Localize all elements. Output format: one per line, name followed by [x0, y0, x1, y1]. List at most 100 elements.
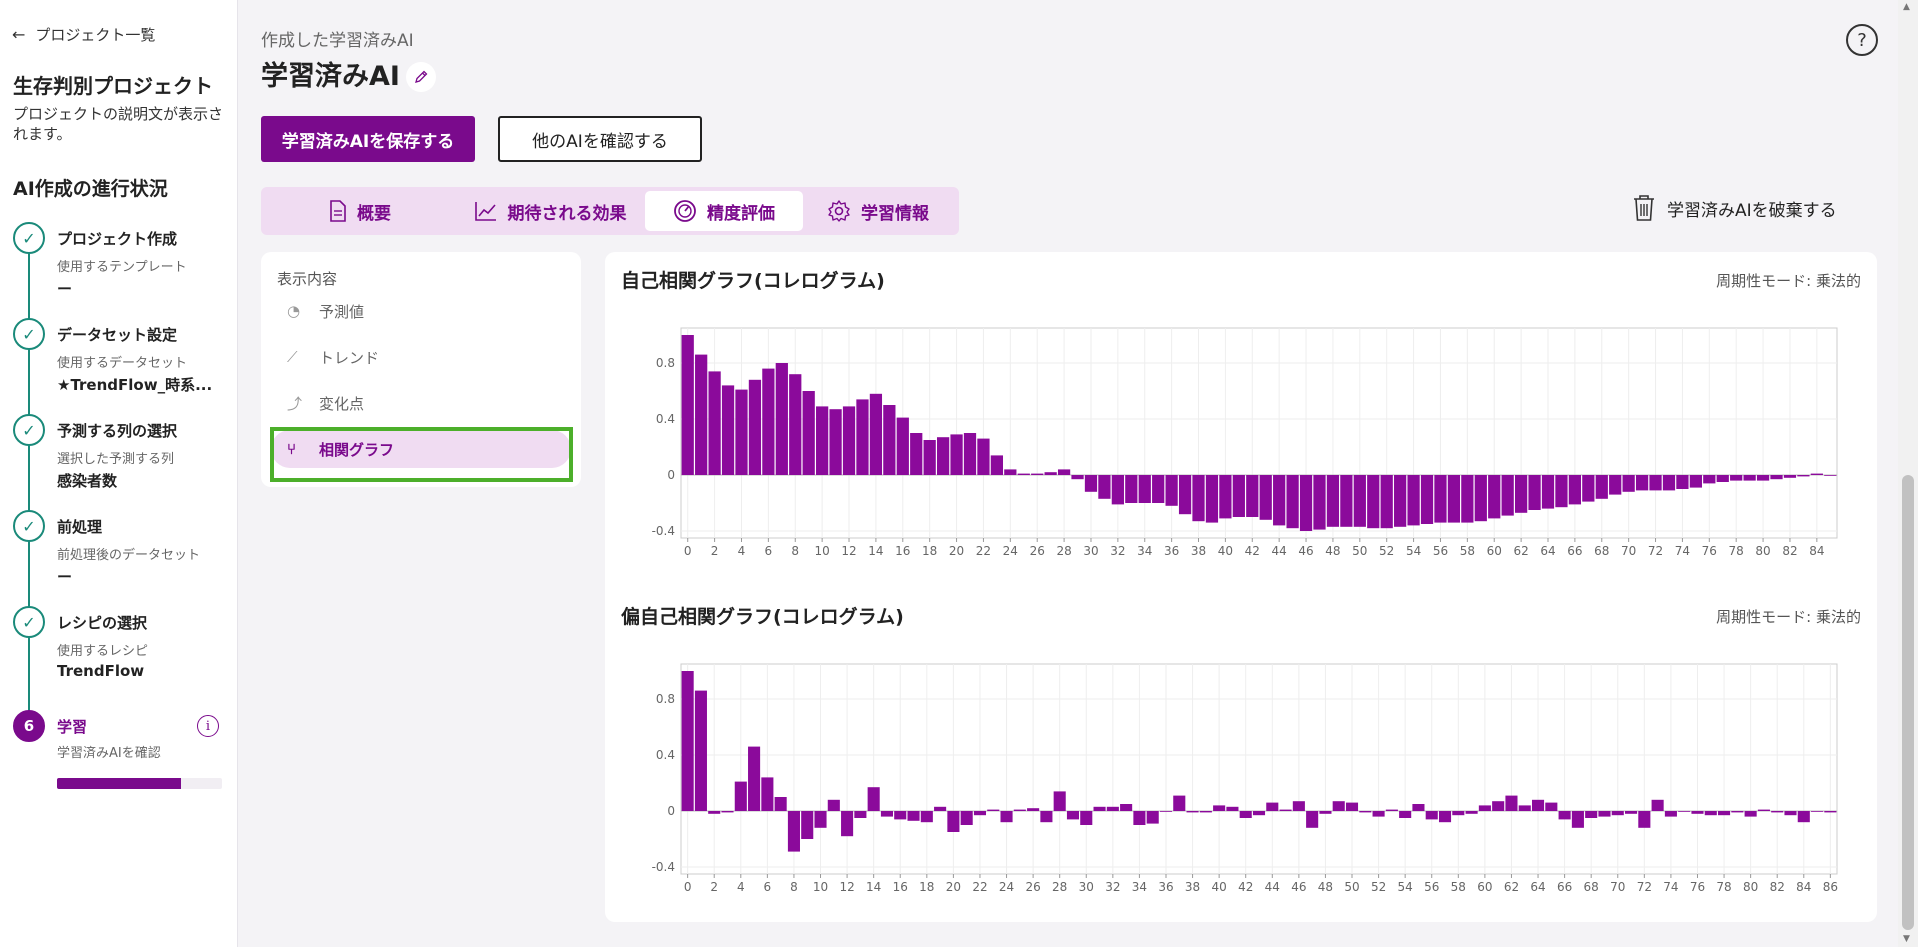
x-tick-label: 40 [1211, 880, 1226, 894]
bar-lag-38 [1186, 811, 1199, 813]
bar-lag-36 [1159, 811, 1173, 812]
x-tick-label: 50 [1352, 544, 1367, 558]
x-tick-label: 76 [1690, 880, 1705, 894]
info-icon[interactable]: i [197, 715, 219, 737]
menu-item-correlation[interactable]: ⑂ 相関グラフ [271, 430, 571, 468]
bar-lag-14 [869, 393, 883, 475]
bar-lag-11 [827, 799, 840, 811]
bar-lag-40 [1219, 475, 1232, 519]
bar-lag-49 [1332, 801, 1345, 811]
tab-expected-effect[interactable]: 期待される効果 [455, 191, 645, 231]
bar-lag-11 [829, 409, 842, 475]
sidebar: ← プロジェクト一覧 生存判別プロジェクト プロジェクトの説明文が表示されます。… [0, 0, 238, 947]
bar-lag-73 [1651, 799, 1664, 811]
acf-mode-label: 周期性モード: 乗法的 [1716, 272, 1861, 290]
step-value: ★TrendFlow_時系... [57, 376, 213, 394]
menu-item-trend[interactable]: ⟋ トレンド [271, 338, 571, 376]
bar-lag-9 [801, 811, 814, 839]
pencil-icon [415, 70, 428, 83]
bar-lag-60 [1478, 805, 1491, 811]
x-tick-label: 68 [1584, 880, 1599, 894]
check-icon: ✓ [13, 510, 45, 542]
x-tick-label: 62 [1504, 880, 1519, 894]
bar-lag-82 [1783, 475, 1797, 478]
bar-lag-84 [1797, 811, 1810, 823]
bar-lag-80 [1756, 475, 1770, 481]
scroll-up-icon[interactable]: ▲ [1903, 2, 1910, 12]
page-title: 学習済みAI [261, 61, 400, 92]
step-value: ー [57, 280, 73, 298]
menu-item-forecast[interactable]: ◔ 予測値 [271, 292, 571, 330]
bar-lag-47 [1313, 475, 1326, 530]
bar-lag-43 [1252, 811, 1266, 816]
bar-lag-8 [789, 374, 802, 475]
bar-lag-18 [920, 811, 933, 823]
bar-lag-79 [1731, 811, 1744, 813]
question-icon: ? [1857, 29, 1867, 51]
progress-title: AI作成の進行状況 [13, 178, 168, 200]
step-sub: 使用するデータセット [57, 356, 188, 371]
changepoint-icon: ⤴ [287, 394, 303, 413]
step-value: TrendFlow [57, 662, 145, 680]
bar-lag-64 [1541, 475, 1555, 509]
bar-lag-36 [1165, 475, 1178, 506]
tab-training-info[interactable]: 学習情報 [803, 191, 953, 231]
step-sub: 選択した予測する列 [57, 452, 175, 467]
bar-lag-3 [721, 385, 735, 475]
bar-lag-84 [1810, 473, 1823, 475]
bar-lag-34 [1138, 475, 1151, 503]
discard-ai-button[interactable]: 学習済みAIを破棄する [1633, 194, 1837, 222]
check-other-ai-button[interactable]: 他のAIを確認する [498, 116, 702, 162]
check-icon: ✓ [13, 606, 45, 638]
bar-lag-51 [1359, 811, 1372, 813]
y-tick-label: 0 [667, 468, 675, 482]
bar-lag-25 [1017, 473, 1030, 475]
edit-title-button[interactable] [406, 62, 436, 92]
x-tick-label: 80 [1743, 880, 1758, 894]
bar-lag-55 [1420, 475, 1434, 524]
pacf-chart-title: 偏自己相関グラフ(コレログラム) [621, 606, 904, 628]
check-icon: ✓ [13, 318, 45, 350]
scroll-thumb[interactable] [1902, 475, 1914, 930]
tab-overview[interactable]: 概要 [265, 191, 455, 231]
bar-lag-5 [748, 379, 762, 475]
x-tick-label: 42 [1245, 544, 1260, 558]
bar-lag-19 [936, 437, 950, 475]
y-tick-label: 0.4 [656, 748, 675, 762]
tab-accuracy[interactable]: 精度評価 [645, 191, 803, 231]
bar-lag-78 [1730, 475, 1743, 481]
bar-lag-7 [775, 363, 788, 475]
x-tick-label: 26 [1030, 544, 1045, 558]
help-button[interactable]: ? [1846, 24, 1878, 56]
bar-lag-44 [1273, 475, 1286, 526]
discard-label: 学習済みAIを破棄する [1667, 200, 1837, 221]
step-sub: 前処理後のデータセット [57, 548, 201, 563]
menu-item-changepoint[interactable]: ⤴ 変化点 [271, 384, 571, 422]
bar-lag-29 [1066, 811, 1080, 820]
back-to-projects-link[interactable]: ← プロジェクト一覧 [12, 24, 155, 45]
step-sub: 使用するテンプレート [57, 260, 187, 275]
bar-lag-17 [910, 433, 923, 475]
bar-lag-35 [1152, 475, 1165, 503]
bar-lag-50 [1345, 802, 1359, 811]
x-tick-label: 64 [1540, 544, 1555, 558]
save-ai-button[interactable]: 学習済みAIを保存する [261, 116, 475, 162]
page-scrollbar[interactable]: ▲ ▼ [1898, 0, 1918, 947]
bar-lag-67 [1582, 475, 1595, 502]
bar-lag-76 [1703, 475, 1716, 484]
bar-lag-21 [960, 811, 973, 825]
scroll-down-icon[interactable]: ▼ [1903, 934, 1910, 944]
x-tick-label: 56 [1433, 544, 1448, 558]
bar-lag-81 [1757, 809, 1770, 811]
x-tick-label: 8 [791, 544, 799, 558]
bar-lag-57 [1447, 475, 1461, 523]
bar-lag-77 [1716, 475, 1729, 482]
x-tick-label: 18 [922, 544, 937, 558]
forecast-icon: ◔ [287, 302, 301, 320]
x-tick-label: 52 [1379, 544, 1394, 558]
bar-lag-4 [734, 781, 747, 811]
x-tick-label: 30 [1079, 880, 1094, 894]
bar-lag-77 [1704, 811, 1717, 816]
arrow-left-icon: ← [12, 25, 26, 44]
x-tick-label: 48 [1325, 544, 1340, 558]
